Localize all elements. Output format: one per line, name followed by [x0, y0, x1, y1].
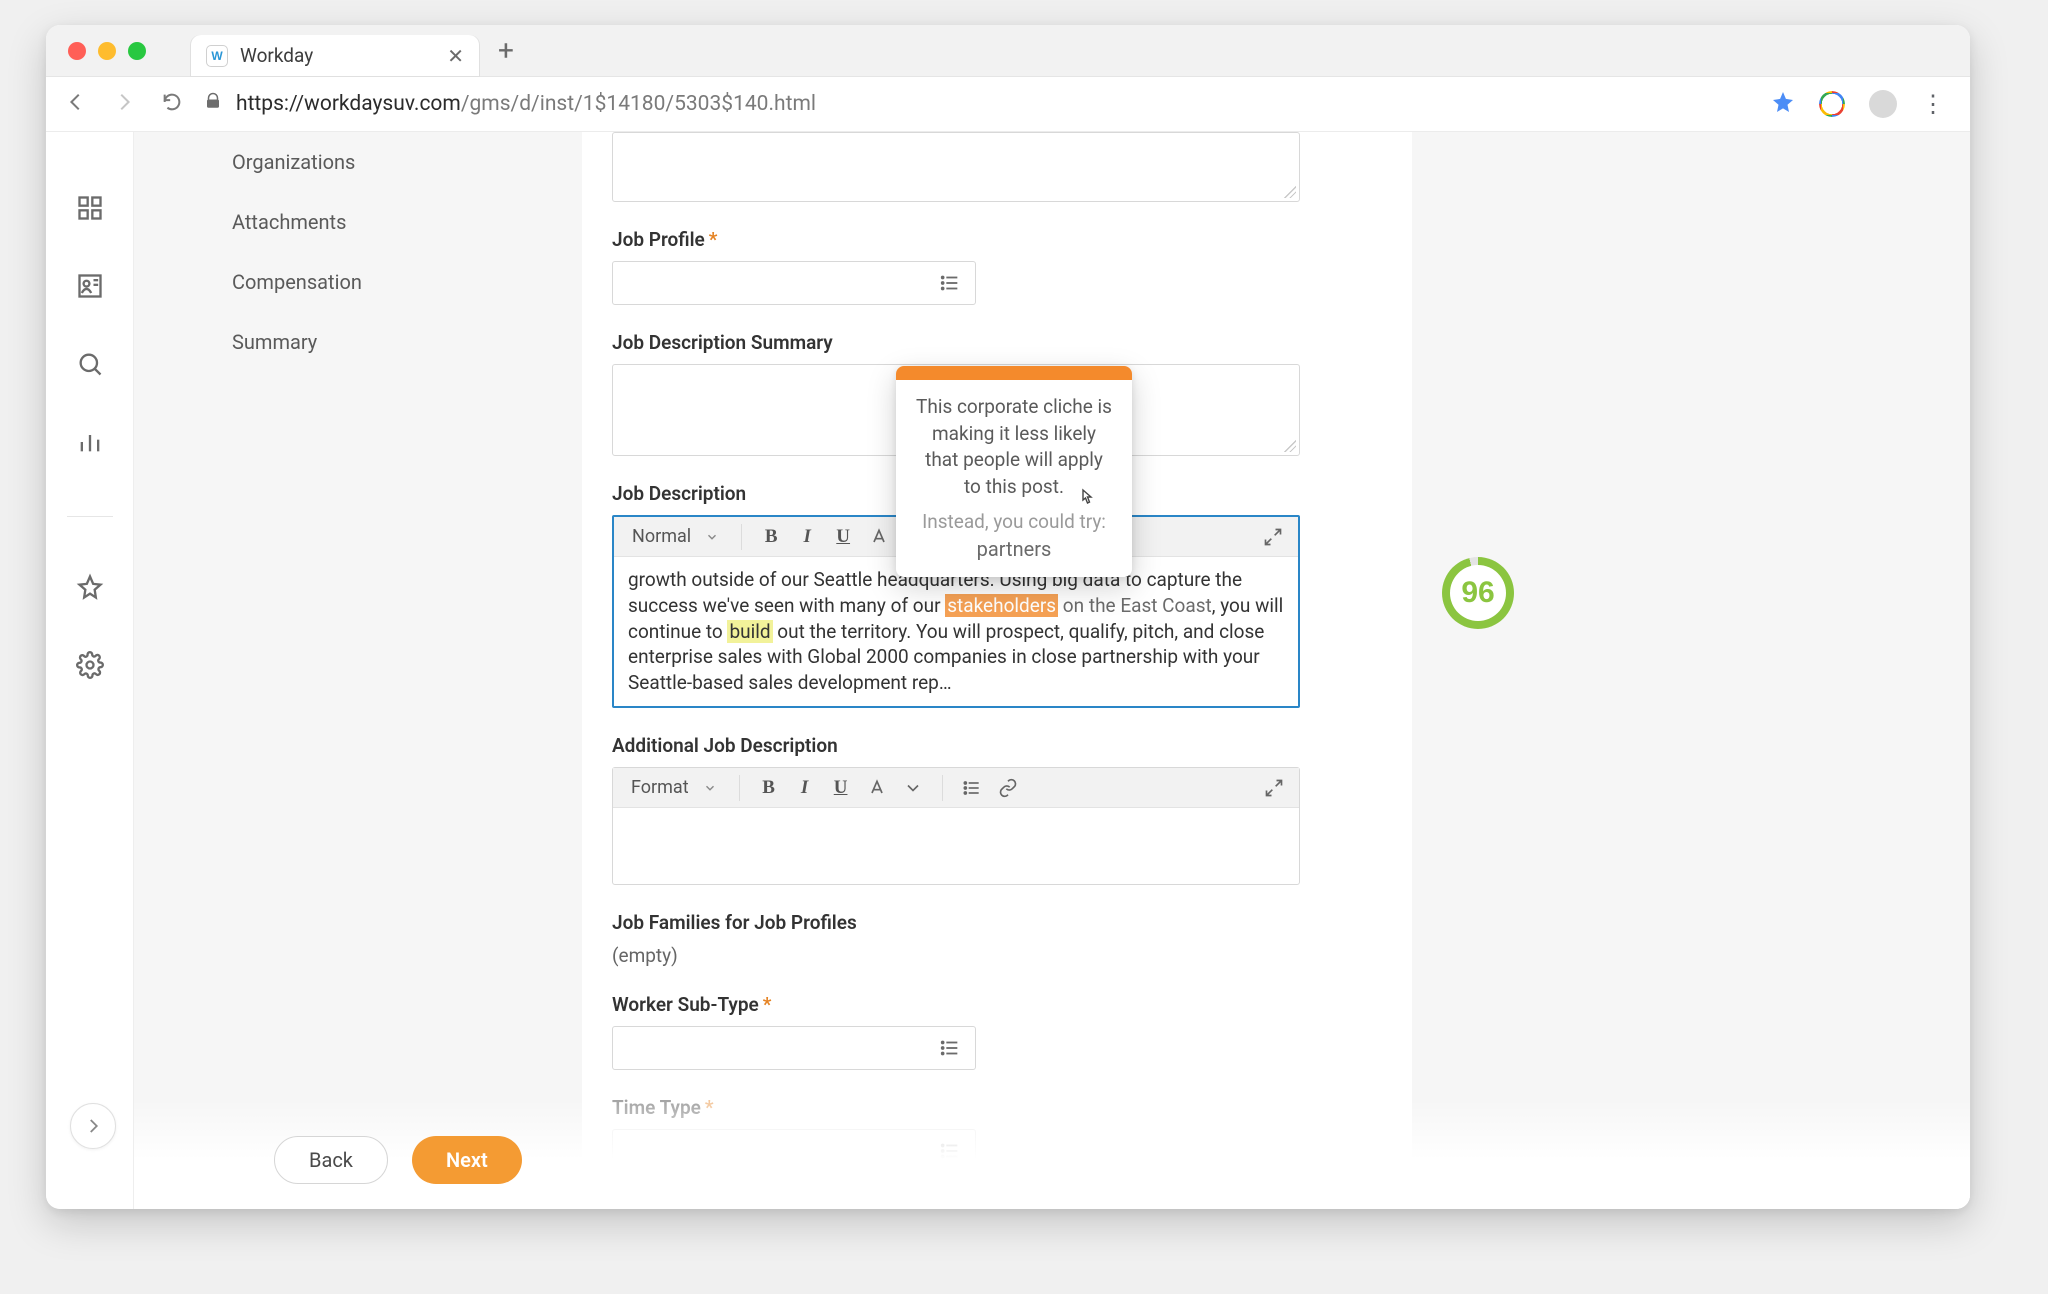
sidebar-item-attachments[interactable]: Attachments — [134, 192, 582, 252]
minimize-window-button[interactable] — [98, 42, 116, 60]
browser-menu-icon[interactable]: ⋮ — [1921, 90, 1946, 118]
close-window-button[interactable] — [68, 42, 86, 60]
window-controls — [46, 42, 168, 60]
color-chevron-icon[interactable] — [898, 773, 928, 803]
job-families-label: Job Families for Job Profiles — [612, 911, 1382, 934]
wizard-footer: Back Next — [134, 1111, 1970, 1209]
underline-button[interactable]: U — [826, 773, 856, 803]
settings-gear-icon[interactable] — [76, 651, 104, 683]
format-select[interactable]: Format — [623, 777, 725, 798]
browser-tab[interactable]: W Workday ✕ — [190, 35, 480, 77]
app-viewport: Organizations Attachments Compensation S… — [46, 132, 1970, 1209]
prev-field-textarea[interactable] — [612, 132, 1300, 202]
addl-jd-editor-body[interactable] — [613, 808, 1299, 884]
search-icon[interactable] — [76, 350, 104, 382]
chevron-down-icon — [703, 781, 717, 795]
tab-close-icon[interactable]: ✕ — [447, 44, 464, 68]
sidebar-item-organizations[interactable]: Organizations — [134, 132, 582, 192]
app-nav-rail — [46, 132, 134, 1209]
section-sidebar: Organizations Attachments Compensation S… — [134, 132, 582, 1209]
content-area: Organizations Attachments Compensation S… — [134, 132, 1970, 1209]
nav-forward-button[interactable] — [108, 91, 140, 117]
form-panel: Job Profile* Job Description Summary Job… — [582, 132, 1412, 1209]
favorite-star-icon[interactable] — [76, 573, 104, 605]
profile-card-icon[interactable] — [76, 272, 104, 304]
worker-subtype-select[interactable] — [612, 1026, 976, 1070]
addl-jd-editor[interactable]: Format B I U — [612, 767, 1300, 885]
resize-grip-icon[interactable] — [1284, 440, 1296, 452]
format-select[interactable]: Normal — [624, 526, 727, 547]
job-families-value: (empty) — [612, 944, 1382, 967]
flagged-word[interactable]: build — [727, 620, 772, 643]
resize-grip-icon[interactable] — [1284, 186, 1296, 198]
quality-score-badge: 96 — [1442, 557, 1514, 629]
nav-back-button[interactable] — [60, 91, 92, 117]
flagged-word[interactable]: stakeholders — [945, 594, 1058, 617]
expand-editor-button[interactable] — [1258, 522, 1288, 552]
nav-reload-button[interactable] — [156, 91, 188, 117]
job-profile-select[interactable] — [612, 261, 976, 305]
extension-ring-icon[interactable] — [1819, 91, 1845, 117]
sidebar-item-summary[interactable]: Summary — [134, 312, 582, 372]
back-button[interactable]: Back — [274, 1136, 388, 1184]
url-host: https://workdaysuv.com — [236, 92, 461, 116]
pointer-cursor-icon — [1074, 488, 1098, 516]
tooltip-accent-bar — [896, 366, 1132, 380]
bold-button[interactable]: B — [754, 773, 784, 803]
addl-jd-label: Additional Job Description — [612, 734, 1382, 757]
list-icon — [939, 1037, 961, 1059]
bold-button[interactable]: B — [756, 522, 786, 552]
list-icon — [939, 272, 961, 294]
addl-jd-toolbar: Format B I U — [613, 768, 1299, 808]
titlebar: W Workday ✕ + — [46, 25, 1970, 77]
text-color-button[interactable] — [864, 522, 894, 552]
browser-window: W Workday ✕ + https://workdaysuv.com/gms… — [46, 25, 1970, 1209]
text-color-button[interactable] — [862, 773, 892, 803]
lock-icon — [204, 92, 222, 116]
tab-title: Workday — [240, 44, 435, 67]
list-button[interactable] — [957, 773, 987, 803]
suggestion-tooltip: This corporate cliche is making it less … — [896, 366, 1132, 577]
url-path: /gms/d/inst/1$14180/5303$140.html — [461, 92, 816, 116]
link-button[interactable] — [993, 773, 1023, 803]
worker-subtype-label: Worker Sub-Type* — [612, 993, 1382, 1016]
italic-button[interactable]: I — [792, 522, 822, 552]
expand-editor-button[interactable] — [1259, 773, 1289, 803]
job-profile-label: Job Profile* — [612, 228, 1382, 251]
maximize-window-button[interactable] — [128, 42, 146, 60]
expand-rail-button[interactable] — [70, 1103, 116, 1149]
chevron-down-icon — [705, 530, 719, 544]
url-bar: https://workdaysuv.com/gms/d/inst/1$1418… — [46, 77, 1970, 132]
profile-avatar[interactable] — [1869, 90, 1897, 118]
apps-icon[interactable] — [76, 194, 104, 226]
bookmark-star-icon[interactable] — [1771, 90, 1795, 118]
jd-summary-label: Job Description Summary — [612, 331, 1382, 354]
underline-button[interactable]: U — [828, 522, 858, 552]
address-field[interactable]: https://workdaysuv.com/gms/d/inst/1$1418… — [204, 92, 1755, 116]
tab-favicon: W — [206, 45, 228, 67]
sidebar-item-compensation[interactable]: Compensation — [134, 252, 582, 312]
italic-button[interactable]: I — [790, 773, 820, 803]
jd-editor-body[interactable]: growth outside of our Seattle headquarte… — [614, 557, 1298, 706]
next-button[interactable]: Next — [412, 1136, 522, 1184]
new-tab-button[interactable]: + — [498, 34, 514, 67]
analytics-icon[interactable] — [76, 428, 104, 460]
tooltip-suggestion[interactable]: partners — [896, 537, 1132, 577]
